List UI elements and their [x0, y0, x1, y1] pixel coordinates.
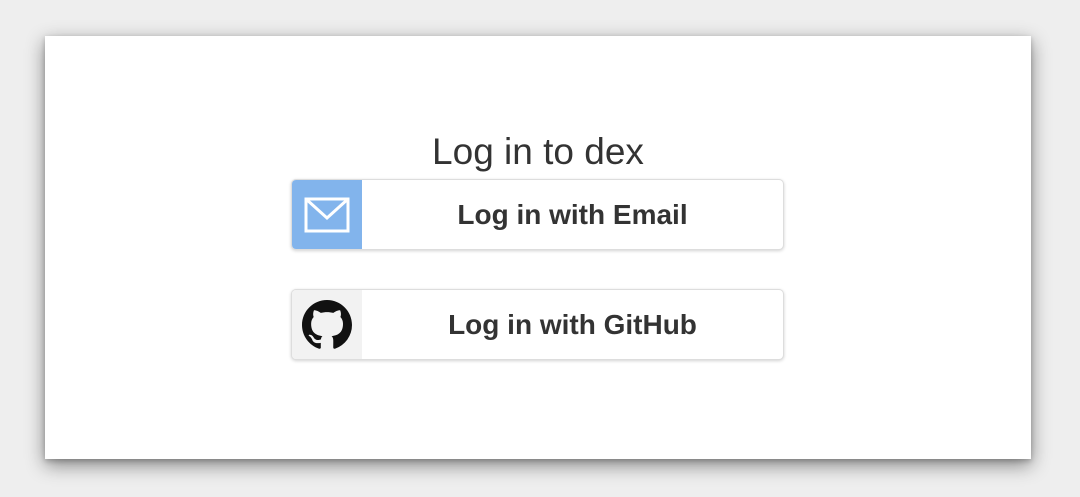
page-title: Log in to dex [432, 131, 644, 172]
login-card: Log in to dex Log in with Email Log in w… [45, 36, 1031, 459]
login-email-button[interactable]: Log in with Email [291, 179, 784, 250]
email-icon [292, 180, 362, 249]
github-icon [292, 290, 362, 359]
login-email-label: Log in with Email [457, 198, 688, 230]
login-github-label: Log in with GitHub [448, 308, 697, 340]
login-github-button[interactable]: Log in with GitHub [291, 289, 784, 360]
